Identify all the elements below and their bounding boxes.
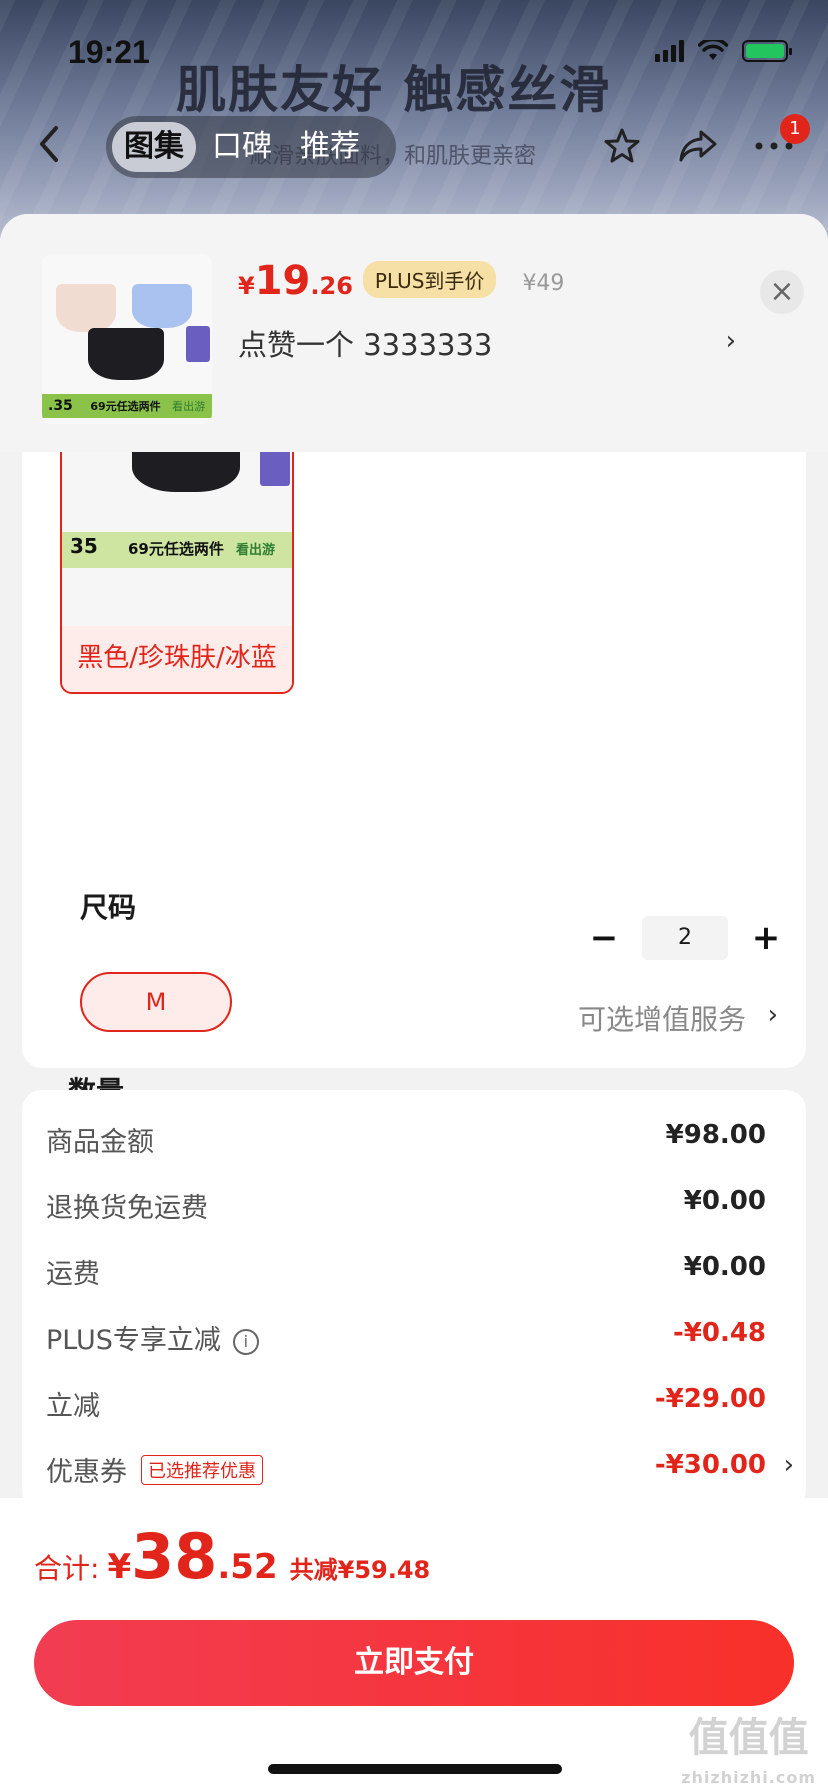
fee-row: 退换货免运费 ¥0.00	[46, 1186, 766, 1226]
fee-value: -¥29.00	[654, 1384, 766, 1414]
chevron-left-icon	[40, 126, 58, 162]
total-currency: ¥	[107, 1547, 132, 1587]
site-watermark: 值值值 zhizhizhi.com	[681, 1718, 816, 1792]
service-value[interactable]: 可选增值服务	[578, 998, 746, 1038]
fee-row: 运费 ¥0.00	[46, 1252, 766, 1292]
fee-value: ¥0.00	[683, 1252, 766, 1282]
promo-strip: 35 69元任选两件 看出游	[62, 532, 292, 568]
tab-gallery[interactable]: 图集	[112, 122, 196, 172]
info-icon[interactable]: i	[232, 1329, 259, 1355]
product-thumbnail: .35 69元任选两件 看出游	[42, 254, 212, 424]
thumb-banner: 69元任选两件	[90, 400, 161, 413]
fee-key-text: PLUS专享立减	[46, 1325, 221, 1356]
promo-banner: 69元任选两件	[128, 540, 224, 558]
fee-row: PLUS专享立减 i -¥0.48	[46, 1318, 766, 1358]
tab-reviews[interactable]: 口碑	[200, 122, 284, 172]
battery-icon	[742, 40, 792, 62]
total-price: 合计: ¥ 38 .52 共减¥59.48	[34, 1520, 430, 1593]
total-decimal: .52	[217, 1547, 278, 1587]
watermark-text: 值值值	[688, 1715, 809, 1761]
total-label: 合计:	[34, 1552, 100, 1585]
fee-key: 退换货免运费	[46, 1193, 208, 1224]
message-badge: 1	[780, 114, 810, 144]
share-button[interactable]	[676, 124, 720, 168]
sku-options-card: 35 69元任选两件 看出游 黑色/珍珠肤/冰蓝 尺码 M 数量 服务	[22, 364, 806, 1188]
fee-key: 优惠券 已选推荐优惠	[46, 1450, 263, 1489]
garment-pearl	[56, 284, 116, 332]
quantity-stepper: − 2 +	[584, 916, 786, 960]
sheet-header: .35 69元任选两件 看出游 ¥ 19 .26 PLUS到手价 ¥49 点赞一…	[0, 214, 828, 452]
fee-value: -¥0.48	[672, 1318, 766, 1348]
star-icon	[604, 128, 640, 163]
fee-key: PLUS专享立减 i	[46, 1318, 259, 1357]
quantity-input[interactable]: 2	[642, 916, 728, 960]
home-indicator	[268, 1764, 562, 1774]
fee-row: 立减 -¥29.00	[46, 1384, 766, 1424]
wifi-icon	[698, 40, 728, 60]
promo-brand: 看出游	[236, 543, 276, 558]
hero-title: 肌肤友好 触感丝滑	[176, 61, 612, 119]
size-tag-icon	[186, 326, 210, 362]
price-row: ¥ 19 .26 PLUS到手价 ¥49	[238, 258, 564, 304]
price-decimal: .26	[310, 272, 353, 300]
plus-price-tag: PLUS到手价	[362, 261, 497, 298]
coupon-label: 优惠券	[46, 1457, 127, 1488]
fee-value: ¥0.00	[683, 1186, 766, 1216]
plus-button[interactable]: +	[746, 918, 786, 958]
garment-blue	[132, 284, 192, 328]
signal-icon	[655, 40, 684, 62]
fee-row: 商品金额 ¥98.00	[46, 1120, 766, 1160]
total-saved: 共减¥59.48	[289, 1556, 431, 1584]
recommended-coupon-tag: 已选推荐优惠	[141, 1455, 263, 1485]
thumb-brand: 看出游	[172, 400, 206, 413]
chevron-right-icon[interactable]: ›	[726, 326, 736, 356]
coupon-value: -¥30.00	[654, 1450, 766, 1480]
coupon-row[interactable]: 优惠券 已选推荐优惠 -¥30.00	[46, 1450, 766, 1490]
garment-black	[88, 328, 164, 380]
checkout-footer: 合计: ¥ 38 .52 共减¥59.48 立即支付 值值值 zhizhizhi…	[0, 1498, 828, 1792]
color-option-label: 黑色/珍珠肤/冰蓝	[62, 626, 292, 692]
price-integer: 19	[254, 258, 311, 304]
share-icon	[679, 130, 717, 162]
currency-symbol: ¥	[238, 272, 255, 300]
minus-button[interactable]: −	[584, 918, 624, 958]
status-icons	[655, 40, 792, 62]
fee-breakdown-card: 商品金额 ¥98.00 退换货免运费 ¥0.00 运费 ¥0.00 PLUS专享…	[22, 1090, 806, 1510]
tab-recommend[interactable]: 推荐	[288, 122, 372, 172]
fee-key: 立减	[46, 1391, 100, 1422]
size-option-m[interactable]: M	[80, 972, 232, 1032]
promo-price: 35	[70, 534, 98, 558]
fee-key: 运费	[46, 1259, 100, 1290]
close-button[interactable]: ×	[760, 270, 804, 314]
favorite-button[interactable]	[600, 124, 644, 168]
total-integer: 38	[131, 1520, 218, 1593]
selected-sku-text[interactable]: 点赞一个 3333333	[238, 322, 492, 364]
nav-tab-group: 图集 口碑 推荐	[106, 116, 396, 178]
fee-value: ¥98.00	[665, 1120, 766, 1150]
back-button[interactable]	[36, 124, 64, 164]
thumb-promo-strip: .35 69元任选两件 看出游	[42, 394, 212, 418]
status-time: 19:21	[68, 34, 150, 70]
original-price: ¥49	[522, 271, 565, 296]
pay-now-button[interactable]: 立即支付	[34, 1620, 794, 1706]
size-section-title: 尺码	[80, 891, 137, 924]
fee-key: 商品金额	[46, 1127, 154, 1158]
chevron-right-icon[interactable]: ›	[768, 1000, 778, 1030]
chevron-right-icon[interactable]: ›	[784, 1450, 794, 1480]
thumb-price: .35	[48, 398, 73, 414]
watermark-url: zhizhizhi.com	[681, 1768, 816, 1787]
